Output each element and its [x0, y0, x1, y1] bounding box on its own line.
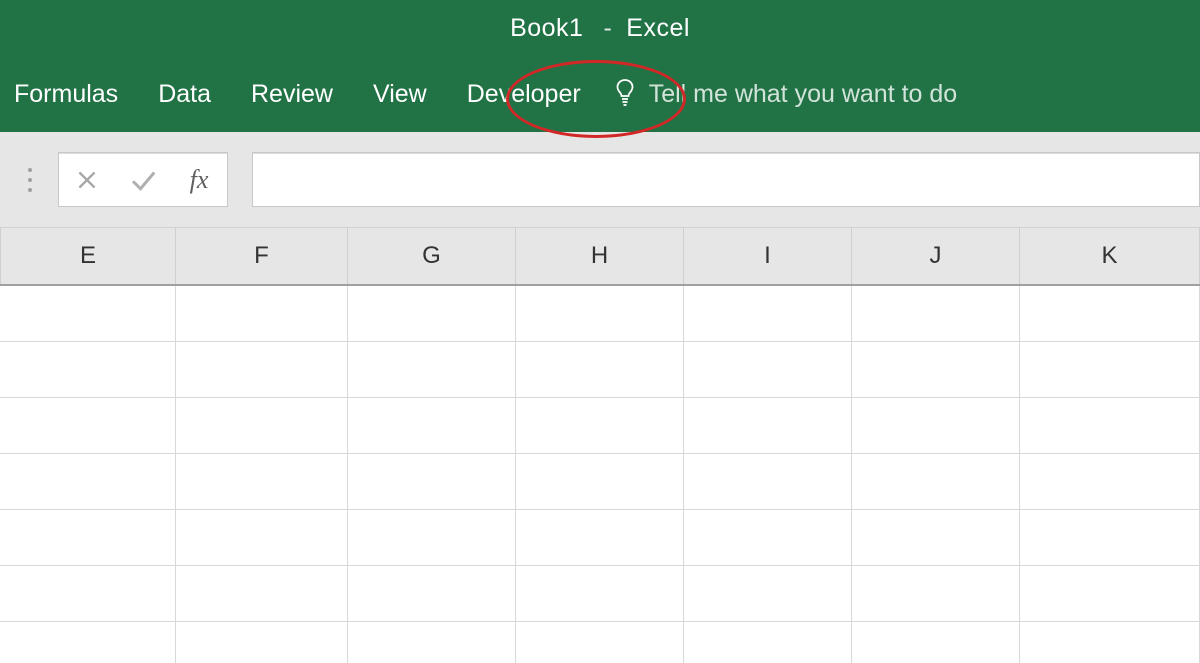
cell[interactable] — [516, 510, 684, 565]
tab-data[interactable]: Data — [158, 80, 211, 109]
cell[interactable] — [176, 454, 348, 509]
cell[interactable] — [684, 566, 852, 621]
cell[interactable] — [516, 454, 684, 509]
column-header-G[interactable]: G — [348, 228, 516, 284]
cancel-button[interactable] — [59, 153, 115, 206]
cell[interactable] — [1020, 286, 1200, 341]
cell[interactable] — [0, 286, 176, 341]
cell[interactable] — [348, 454, 516, 509]
lightbulb-icon — [613, 78, 639, 110]
cell[interactable] — [348, 398, 516, 453]
cell[interactable] — [684, 286, 852, 341]
cell[interactable] — [0, 622, 176, 663]
app-name: Excel — [626, 14, 690, 43]
cell[interactable] — [176, 622, 348, 663]
cell[interactable] — [516, 342, 684, 397]
workbook-name: Book1 — [510, 14, 583, 43]
column-header-J[interactable]: J — [852, 228, 1020, 284]
cell[interactable] — [176, 342, 348, 397]
formula-input[interactable] — [252, 152, 1200, 207]
cell[interactable] — [0, 398, 176, 453]
check-icon — [128, 165, 158, 195]
cell[interactable] — [176, 510, 348, 565]
cell[interactable] — [0, 342, 176, 397]
cell[interactable] — [684, 510, 852, 565]
tab-review[interactable]: Review — [251, 80, 333, 109]
table-row — [0, 398, 1200, 454]
tab-developer[interactable]: Developer — [467, 80, 581, 109]
cell[interactable] — [852, 286, 1020, 341]
fx-icon: fx — [190, 165, 209, 195]
x-icon — [74, 167, 100, 193]
tab-formulas[interactable]: Formulas — [14, 80, 118, 109]
cell[interactable] — [516, 622, 684, 663]
cell[interactable] — [0, 566, 176, 621]
cell[interactable] — [852, 454, 1020, 509]
table-row — [0, 286, 1200, 342]
title-bar: Book1 - Excel — [0, 0, 1200, 56]
formula-bar: fx — [0, 132, 1200, 228]
cell[interactable] — [176, 398, 348, 453]
enter-button[interactable] — [115, 153, 171, 206]
table-row — [0, 342, 1200, 398]
table-row — [0, 454, 1200, 510]
cell[interactable] — [1020, 342, 1200, 397]
tell-me-search[interactable]: Tell me what you want to do — [613, 78, 958, 110]
cell[interactable] — [852, 566, 1020, 621]
column-header-I[interactable]: I — [684, 228, 852, 284]
cell[interactable] — [176, 566, 348, 621]
cell[interactable] — [1020, 398, 1200, 453]
cell[interactable] — [852, 622, 1020, 663]
cell[interactable] — [516, 398, 684, 453]
cell[interactable] — [852, 510, 1020, 565]
cell[interactable] — [684, 398, 852, 453]
cell[interactable] — [684, 454, 852, 509]
cell[interactable] — [1020, 510, 1200, 565]
cell[interactable] — [348, 510, 516, 565]
insert-function-button[interactable]: fx — [171, 153, 227, 206]
cell[interactable] — [684, 342, 852, 397]
cell[interactable] — [348, 286, 516, 341]
column-headers: E F G H I J K — [0, 228, 1200, 286]
cell[interactable] — [1020, 566, 1200, 621]
table-row — [0, 510, 1200, 566]
table-row — [0, 566, 1200, 622]
column-header-K[interactable]: K — [1020, 228, 1200, 284]
cell[interactable] — [684, 622, 852, 663]
cell[interactable] — [852, 342, 1020, 397]
column-header-E[interactable]: E — [0, 228, 176, 284]
cell[interactable] — [176, 286, 348, 341]
column-header-F[interactable]: F — [176, 228, 348, 284]
cell[interactable] — [1020, 454, 1200, 509]
cell[interactable] — [348, 622, 516, 663]
formula-bar-drag-handle-icon[interactable] — [22, 168, 38, 192]
ribbon-tabs: Formulas Data Review View Developer Tell… — [0, 56, 1200, 132]
cell[interactable] — [0, 454, 176, 509]
rows — [0, 286, 1200, 663]
title-separator: - — [603, 14, 612, 43]
tab-view[interactable]: View — [373, 80, 427, 109]
tell-me-placeholder: Tell me what you want to do — [649, 80, 958, 109]
cell[interactable] — [516, 286, 684, 341]
table-row — [0, 622, 1200, 663]
cell[interactable] — [852, 398, 1020, 453]
cell[interactable] — [348, 342, 516, 397]
formula-bar-button-group: fx — [58, 152, 228, 207]
cell[interactable] — [348, 566, 516, 621]
spreadsheet-grid: E F G H I J K — [0, 228, 1200, 663]
cell[interactable] — [0, 510, 176, 565]
column-header-H[interactable]: H — [516, 228, 684, 284]
cell[interactable] — [516, 566, 684, 621]
cell[interactable] — [1020, 622, 1200, 663]
